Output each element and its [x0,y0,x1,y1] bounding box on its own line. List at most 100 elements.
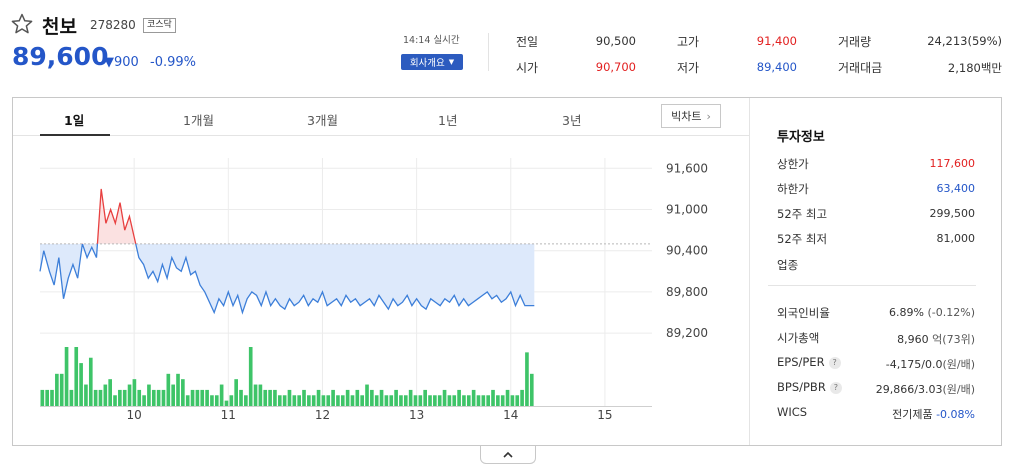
volume-bar [108,379,112,406]
volume-bar [229,395,234,406]
bps-pbr-label: BPS/PBR [777,380,826,394]
volume-bar [195,389,200,406]
divider [749,98,750,445]
invest-label: 외국인비율 [777,306,830,320]
volume-bar [210,395,214,406]
invest-label: 시가총액 [777,331,820,345]
volume-bar [79,363,83,406]
volume-bar [384,395,389,406]
volume-bar [428,395,432,406]
y-tick-label: 91,000 [666,203,708,217]
invest-value: 8,960 억(73위) [897,331,975,347]
volume-bar [360,395,364,406]
volume-bar [437,395,442,406]
volume-bar [69,389,74,406]
eps-per-value: -4,175/0.0 [885,358,943,371]
volume-bar [457,389,461,406]
volume-bar [442,389,447,406]
x-tick-label: 14 [503,408,518,422]
volume-bar [147,384,151,406]
volume-bar [302,389,306,406]
volume-bar [336,395,340,406]
invest-value: 299,500 [929,207,976,220]
summary-label: 거래량 [838,35,872,49]
volume-bar [413,395,418,406]
volume-bar [84,384,88,406]
volume-bar [292,395,297,406]
intraday-chart: 91,600 91,000 90,400 89,800 89,200 10 11 12 13 14… [39,158,708,422]
volume-bar [234,379,238,406]
invest-value: 29,866/3.03(원/배) [876,381,975,397]
volume-bar [64,347,69,406]
volume-bar [370,389,374,406]
volume-bar [297,395,301,406]
volume-bar [379,389,384,406]
collapse-button[interactable] [480,446,536,464]
volume-bar [113,395,117,406]
volume-bar [122,389,127,406]
volume-bar [520,389,524,406]
volume-bar [190,389,195,406]
x-tick-label: 10 [127,408,142,422]
volume-bar [340,395,345,406]
volume-bar [282,395,287,406]
volume-bar [253,384,258,406]
volume-bar [219,384,224,406]
volume-bar [462,395,466,406]
y-tick-label: 89,800 [666,285,708,299]
volume-bar [171,384,175,406]
invest-value: -4,175/0.0(원/배) [886,356,975,372]
volume-bar [151,389,156,406]
volume-bar [311,395,316,406]
volume-bar [408,389,413,406]
foreign-ratio-value: 6.89% [889,306,924,319]
volume-bar [93,389,98,406]
volume-bar [127,384,132,406]
volume-bar [248,347,253,406]
volume-bar [515,395,520,406]
x-tick-label: 11 [221,408,236,422]
foreign-ratio-change: (-0.12%) [927,306,976,319]
volume-bar [200,389,205,406]
volume-bar [452,395,457,406]
volume-bar [486,395,490,406]
volume-bar [103,384,108,406]
market-cap-rank: 억(73위) [932,333,975,346]
volume-bar [433,395,437,406]
volume-bar [394,389,398,406]
volume-bar [374,395,379,406]
volume-bar [476,395,481,406]
volume-bar [239,389,243,406]
volume-bar [345,389,350,406]
volume-bar [403,395,408,406]
volume-bar [244,395,248,406]
volume-bar [156,389,161,406]
volume-bar [161,389,166,406]
invest-value: 81,000 [936,232,976,245]
eps-per-label: EPS/PER [777,355,825,369]
volume-bar [316,389,321,406]
x-tick-label: 13 [409,408,424,422]
volume-bar [481,395,486,406]
help-icon[interactable]: ? [828,356,841,369]
volume-bar [132,379,137,406]
y-tick-label: 90,400 [666,244,708,258]
volume-bar [176,373,180,406]
market-cap-value: 8,960 [897,333,929,346]
volume-bar [137,389,142,406]
volume-bar [447,395,452,406]
volume-bar [142,395,146,406]
volume-bar [326,395,331,406]
volume-bar [321,395,326,406]
divider [768,285,976,286]
volume-bar [118,389,122,406]
y-tick-label: 89,200 [666,326,708,340]
bps-pbr-value: 29,866/3.03 [875,383,943,396]
invest-label: 하한가 [777,182,809,196]
invest-value: 117,600 [929,157,976,170]
invest-label: WICS [777,405,808,419]
wics-sector[interactable]: 전기제품 [892,408,932,421]
volume-bar [181,379,185,406]
volume-bar [45,389,49,406]
help-icon[interactable]: ? [829,381,842,394]
